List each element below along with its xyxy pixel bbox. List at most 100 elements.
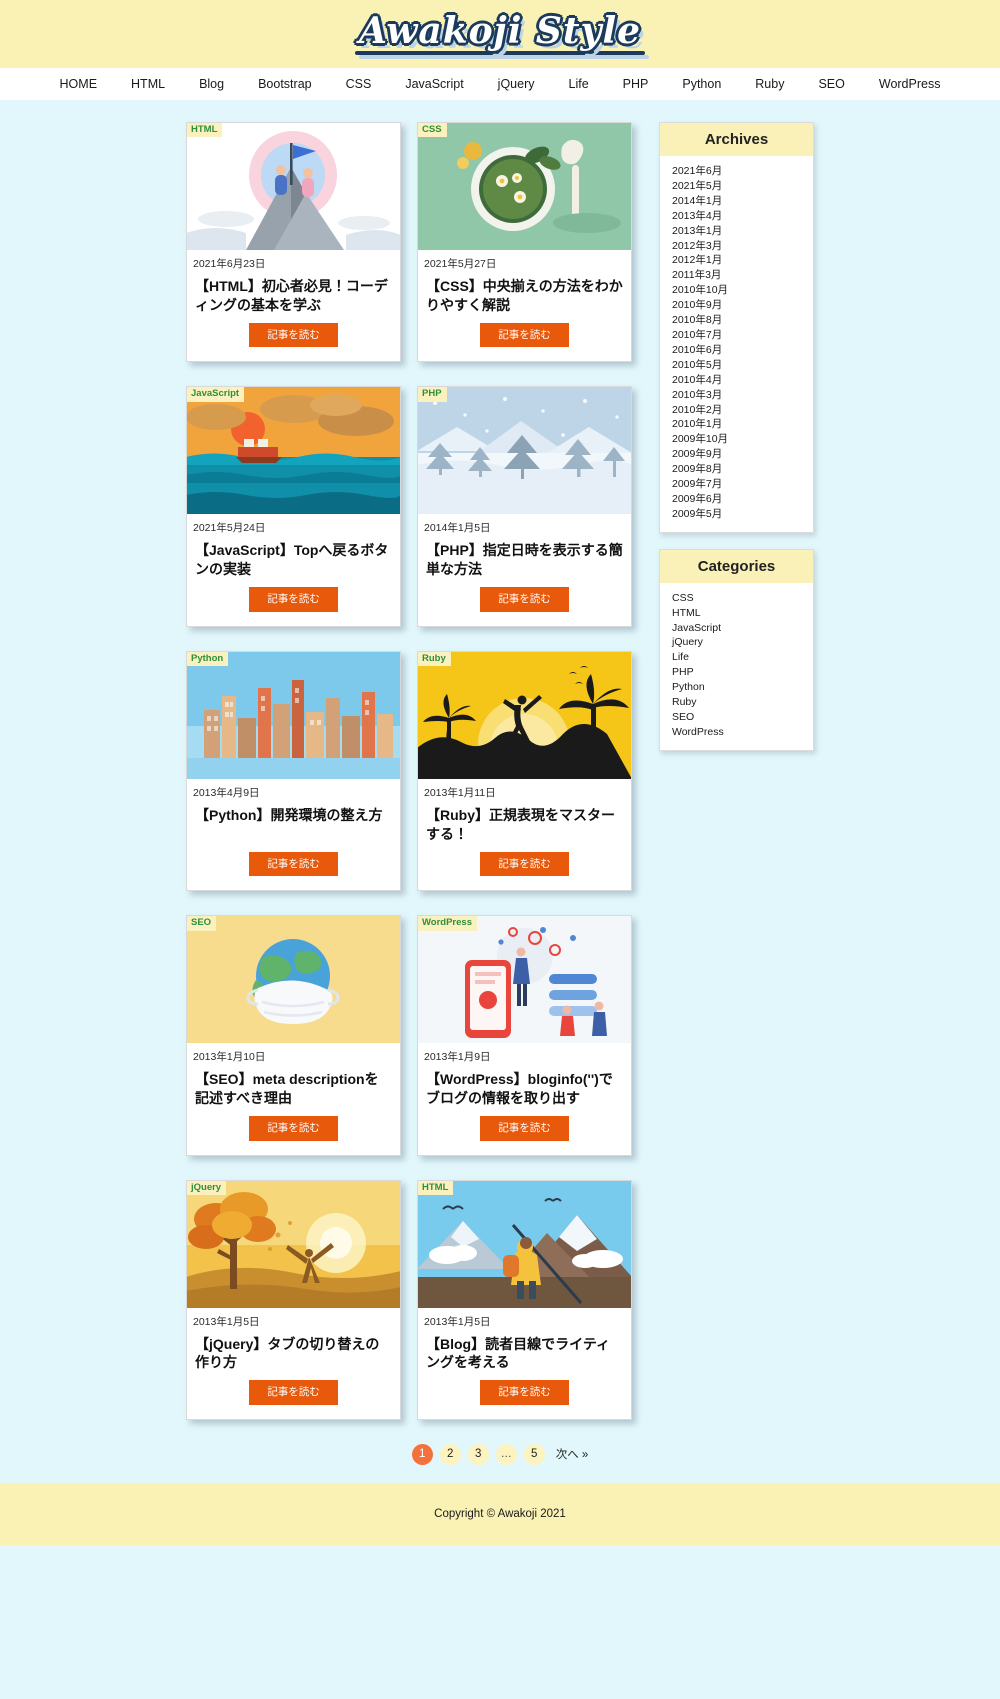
- post-card[interactable]: Ruby 2013年1月11日 【Ruby】正規表現をマスターする！ 記事を読む: [417, 650, 632, 892]
- post-card[interactable]: WordPress 2013年1月9日 【WordPress】bloginfo(''…: [417, 915, 632, 1156]
- post-title[interactable]: 【HTML】初心者必見！コーディングの基本を学ぶ: [187, 273, 400, 323]
- nav-item-jquery[interactable]: jQuery: [481, 77, 552, 91]
- read-more-button[interactable]: 記事を読む: [480, 322, 569, 348]
- category-link[interactable]: Ruby: [672, 695, 813, 710]
- archive-link[interactable]: 2009年7月: [672, 477, 813, 492]
- post-title[interactable]: 【jQuery】タブの切り替えの作り方: [187, 1331, 400, 1381]
- category-badge[interactable]: HTML: [187, 123, 223, 138]
- category-link[interactable]: JavaScript: [672, 621, 813, 636]
- post-thumbnail[interactable]: jQuery: [187, 1180, 400, 1308]
- archive-link[interactable]: 2009年10月: [672, 432, 813, 447]
- category-badge[interactable]: jQuery: [187, 1180, 227, 1195]
- main-navigation[interactable]: HOME HTML Blog Bootstrap CSS JavaScript jQuery…: [0, 68, 1000, 100]
- pagination-page-2[interactable]: 2: [439, 1443, 461, 1465]
- post-thumbnail[interactable]: HTML: [418, 1180, 631, 1308]
- category-badge[interactable]: JavaScript: [187, 387, 245, 402]
- post-title[interactable]: 【WordPress】bloginfo('')でブログの情報を取り出す: [418, 1066, 631, 1116]
- nav-item-bootstrap[interactable]: Bootstrap: [241, 77, 329, 91]
- post-card[interactable]: HTML 2021年6月23日 【HTML】初心者必見！コーディングの基本を学ぶ 記事…: [186, 122, 401, 363]
- pagination-page-last[interactable]: 5: [523, 1443, 545, 1465]
- archive-link[interactable]: 2012年1月: [672, 253, 813, 268]
- post-thumbnail[interactable]: Ruby: [418, 651, 631, 779]
- archive-link[interactable]: 2010年4月: [672, 373, 813, 388]
- archive-link[interactable]: 2010年7月: [672, 328, 813, 343]
- read-more-button[interactable]: 記事を読む: [480, 1115, 569, 1141]
- post-card[interactable]: HTML 2013年1月5日 【Blog】読者目線でライティングを考える 記事を読む: [417, 1179, 632, 1420]
- post-title[interactable]: 【SEO】meta descriptionを記述すべき理由: [187, 1066, 400, 1116]
- category-link[interactable]: HTML: [672, 606, 813, 621]
- read-more-button[interactable]: 記事を読む: [480, 587, 569, 612]
- category-badge[interactable]: SEO: [187, 916, 217, 931]
- post-card[interactable]: PHP 2014年1月5日 【PHP】指定日時を表示する簡単な方法 記事を読む: [417, 386, 632, 627]
- post-card[interactable]: JavaScript 2021年5月24日 【JavaScript】Topへ戻るボタ…: [186, 386, 401, 627]
- pagination-page-1[interactable]: 1: [411, 1443, 433, 1465]
- category-link[interactable]: WordPress: [672, 725, 813, 740]
- archive-link[interactable]: 2012年3月: [672, 239, 813, 254]
- post-title[interactable]: 【JavaScript】Topへ戻るボタンの実装: [187, 537, 400, 587]
- pagination-page-3[interactable]: 3: [467, 1443, 489, 1465]
- nav-item-seo[interactable]: SEO: [801, 77, 861, 91]
- read-more-button[interactable]: 記事を読む: [249, 587, 338, 612]
- nav-item-wordpress[interactable]: WordPress: [862, 77, 958, 91]
- pagination[interactable]: 1 2 3 … 5 次へ »: [0, 1434, 1000, 1483]
- archive-link[interactable]: 2013年4月: [672, 209, 813, 224]
- archive-link[interactable]: 2009年5月: [672, 507, 813, 522]
- archive-link[interactable]: 2010年8月: [672, 313, 813, 328]
- category-link[interactable]: Life: [672, 650, 813, 665]
- nav-item-php[interactable]: PHP: [606, 77, 666, 91]
- archive-link[interactable]: 2010年2月: [672, 403, 813, 418]
- nav-item-blog[interactable]: Blog: [182, 77, 241, 91]
- nav-item-python[interactable]: Python: [665, 77, 738, 91]
- category-badge[interactable]: Python: [187, 651, 229, 667]
- post-card[interactable]: jQuery 2013年1月5日 【jQuery】タブの切り替えの作り方 記事を読む: [186, 1179, 401, 1420]
- archive-link[interactable]: 2009年6月: [672, 492, 813, 507]
- archive-link[interactable]: 2010年9月: [672, 298, 813, 313]
- archive-link[interactable]: 2010年3月: [672, 388, 813, 403]
- read-more-button[interactable]: 記事を読む: [480, 851, 569, 877]
- post-title[interactable]: 【CSS】中央揃えの方法をわかりやすく解説: [418, 273, 631, 323]
- category-link[interactable]: SEO: [672, 710, 813, 725]
- pagination-next-link[interactable]: 次へ »: [552, 1446, 589, 1462]
- category-badge[interactable]: HTML: [418, 1180, 454, 1195]
- category-badge[interactable]: PHP: [418, 387, 447, 402]
- archive-link[interactable]: 2021年5月: [672, 179, 813, 194]
- archive-link[interactable]: 2013年1月: [672, 224, 813, 239]
- post-thumbnail[interactable]: SEO: [187, 916, 400, 1044]
- post-thumbnail[interactable]: JavaScript: [187, 387, 400, 515]
- archive-link[interactable]: 2021年6月: [672, 164, 813, 179]
- read-more-button[interactable]: 記事を読む: [249, 322, 338, 348]
- post-card[interactable]: Python 2013年4月9日 【Python】開発環境の整え方 記事を読む: [186, 650, 401, 892]
- archive-link[interactable]: 2014年1月: [672, 194, 813, 209]
- post-thumbnail[interactable]: Python: [187, 651, 400, 779]
- nav-item-html[interactable]: HTML: [114, 77, 182, 91]
- archive-link[interactable]: 2010年1月: [672, 417, 813, 432]
- read-more-button[interactable]: 記事を読む: [249, 1380, 338, 1405]
- category-link[interactable]: PHP: [672, 665, 813, 680]
- post-title[interactable]: 【Ruby】正規表現をマスターする！: [418, 802, 631, 852]
- read-more-button[interactable]: 記事を読む: [249, 1115, 338, 1141]
- category-link[interactable]: Python: [672, 680, 813, 695]
- post-title[interactable]: 【Blog】読者目線でライティングを考える: [418, 1331, 631, 1381]
- archive-link[interactable]: 2010年6月: [672, 343, 813, 358]
- nav-item-javascript[interactable]: JavaScript: [388, 77, 480, 91]
- archive-link[interactable]: 2011年3月: [672, 268, 813, 283]
- archive-link[interactable]: 2009年8月: [672, 462, 813, 477]
- post-card[interactable]: SEO 2013年1月10日 【SEO】meta descriptionを記述すべき…: [186, 915, 401, 1156]
- post-thumbnail[interactable]: PHP: [418, 387, 631, 515]
- read-more-button[interactable]: 記事を読む: [249, 851, 338, 877]
- category-link[interactable]: CSS: [672, 591, 813, 606]
- nav-item-life[interactable]: Life: [552, 77, 606, 91]
- category-link[interactable]: jQuery: [672, 635, 813, 650]
- category-badge[interactable]: WordPress: [418, 916, 477, 931]
- nav-item-ruby[interactable]: Ruby: [738, 77, 801, 91]
- read-more-button[interactable]: 記事を読む: [480, 1380, 569, 1405]
- category-badge[interactable]: Ruby: [418, 651, 451, 667]
- post-thumbnail[interactable]: WordPress: [418, 916, 631, 1044]
- post-thumbnail[interactable]: HTML: [187, 123, 400, 250]
- post-card[interactable]: CSS 2021年5月27日 【CSS】中央揃えの方法をわかりやすく解説 記事を読む: [417, 122, 632, 363]
- site-logo[interactable]: Awakoji Style: [354, 13, 646, 55]
- archive-link[interactable]: 2010年10月: [672, 283, 813, 298]
- nav-item-css[interactable]: CSS: [329, 77, 389, 91]
- archive-link[interactable]: 2010年5月: [672, 358, 813, 373]
- category-badge[interactable]: CSS: [418, 123, 447, 138]
